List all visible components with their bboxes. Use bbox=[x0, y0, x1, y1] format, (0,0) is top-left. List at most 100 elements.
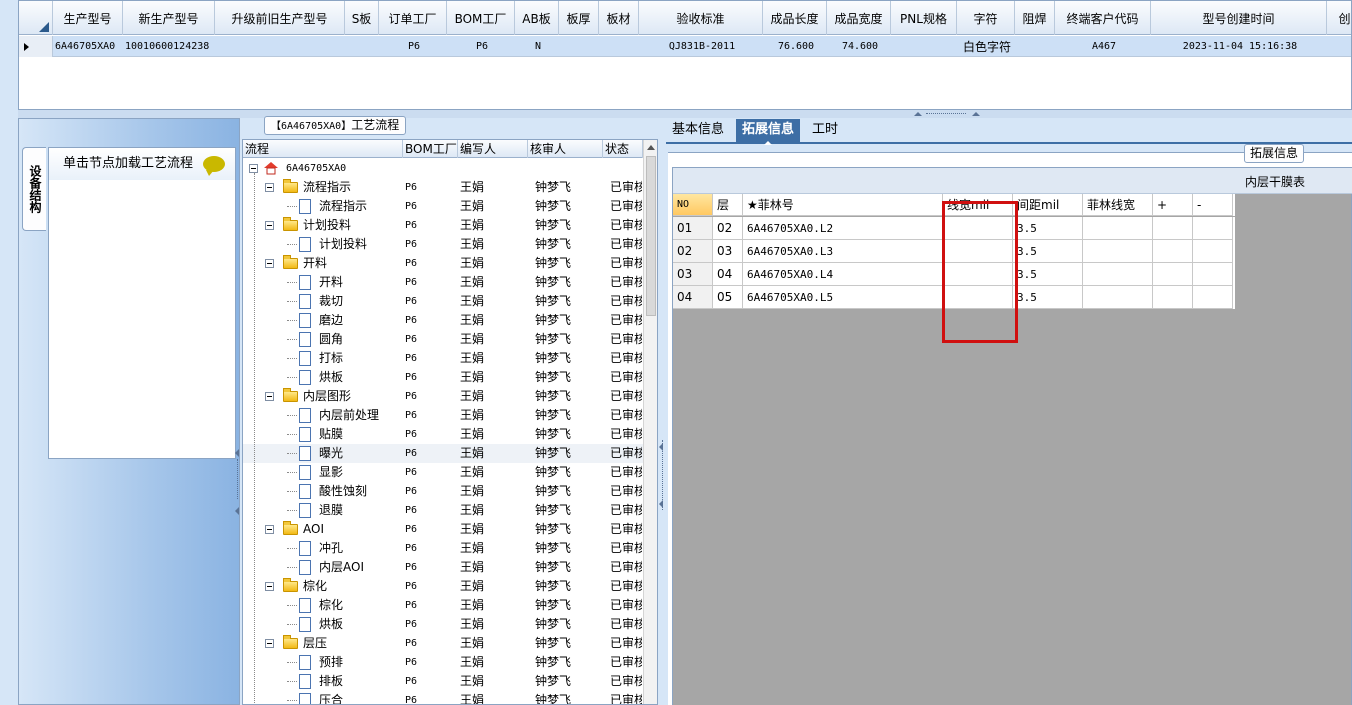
horizontal-splitter[interactable] bbox=[18, 110, 1352, 118]
collapse-icon[interactable] bbox=[265, 639, 274, 648]
table-cell[interactable] bbox=[1017, 36, 1055, 57]
table-cell[interactable]: 已审核 bbox=[610, 178, 642, 197]
table-cell[interactable]: 3.5 bbox=[1013, 286, 1083, 309]
table-cell[interactable]: 03 bbox=[673, 263, 713, 286]
column-header[interactable]: 成品长度 bbox=[763, 1, 827, 35]
table-cell[interactable]: 钟梦飞 bbox=[535, 444, 595, 463]
table-cell[interactable]: 钟梦飞 bbox=[535, 653, 595, 672]
collapse-icon[interactable] bbox=[265, 582, 274, 591]
table-cell[interactable]: P6 bbox=[405, 311, 465, 330]
table-cell[interactable]: 王娟 bbox=[460, 653, 520, 672]
table-cell[interactable]: 已审核 bbox=[610, 254, 642, 273]
table-cell[interactable]: 王娟 bbox=[460, 501, 520, 520]
table-cell[interactable]: P6 bbox=[405, 463, 465, 482]
table-cell[interactable]: 已审核 bbox=[610, 482, 642, 501]
table-cell[interactable]: 钟梦飞 bbox=[535, 691, 595, 704]
table-cell[interactable]: P6 bbox=[405, 444, 465, 463]
table-cell[interactable]: 已审核 bbox=[610, 672, 642, 691]
table-cell[interactable]: 王娟 bbox=[460, 558, 520, 577]
table-cell[interactable]: P6 bbox=[405, 387, 465, 406]
column-header[interactable]: 验收标准 bbox=[639, 1, 763, 35]
table-cell[interactable] bbox=[1083, 240, 1153, 263]
table-cell[interactable]: 钟梦飞 bbox=[535, 197, 595, 216]
table-cell[interactable] bbox=[1193, 217, 1233, 240]
table-row[interactable]: 6A46705XA0 10010600124238 P6 P6 N QJ831B-2011… bbox=[19, 36, 1351, 57]
table-cell[interactable]: 已审核 bbox=[610, 634, 642, 653]
table-cell[interactable] bbox=[347, 36, 379, 57]
column-header[interactable]: 创建人 bbox=[1327, 1, 1351, 35]
tree-node-step[interactable]: 预排 P6王娟钟梦飞已审核 bbox=[243, 653, 643, 672]
table-cell[interactable]: 6A46705XA0.L2 bbox=[743, 217, 943, 240]
column-header[interactable]: 字符 bbox=[957, 1, 1015, 35]
table-cell[interactable]: 01 bbox=[673, 217, 713, 240]
table-cell[interactable]: P6 bbox=[405, 539, 465, 558]
column-header[interactable]: 流程 bbox=[243, 140, 403, 158]
table-cell[interactable]: 钟梦飞 bbox=[535, 254, 595, 273]
table-cell[interactable]: 钟梦飞 bbox=[535, 520, 595, 539]
collapse-icon[interactable] bbox=[265, 183, 274, 192]
table-cell[interactable]: P6 bbox=[405, 558, 465, 577]
table-cell[interactable]: 王娟 bbox=[460, 292, 520, 311]
column-header[interactable]: 阻焊 bbox=[1015, 1, 1055, 35]
table-cell[interactable]: P6 bbox=[405, 292, 465, 311]
column-header[interactable]: AB板 bbox=[515, 1, 559, 35]
table-cell[interactable]: 已审核 bbox=[610, 330, 642, 349]
column-header[interactable]: 菲林线宽 bbox=[1083, 194, 1153, 216]
table-cell[interactable] bbox=[1083, 263, 1153, 286]
table-cell[interactable]: 6A46705XA0.L3 bbox=[743, 240, 943, 263]
table-cell[interactable]: 已审核 bbox=[610, 444, 642, 463]
collapse-left-icon[interactable] bbox=[235, 507, 239, 515]
tree-node-step[interactable]: 烘板 P6王娟钟梦飞已审核 bbox=[243, 368, 643, 387]
table-cell[interactable]: 02 bbox=[673, 240, 713, 263]
collapse-up-icon[interactable] bbox=[914, 112, 922, 116]
table-cell[interactable]: 已审核 bbox=[610, 615, 642, 634]
table-cell[interactable]: 钟梦飞 bbox=[535, 539, 595, 558]
tree-node-step[interactable]: 开料 P6王娟钟梦飞已审核 bbox=[243, 273, 643, 292]
table-cell[interactable]: 已审核 bbox=[610, 311, 642, 330]
table-cell[interactable]: P6 bbox=[405, 653, 465, 672]
table-cell[interactable]: 已审核 bbox=[610, 368, 642, 387]
table-cell[interactable]: P6 bbox=[405, 672, 465, 691]
table-cell[interactable]: 05 bbox=[713, 286, 743, 309]
column-header[interactable]: S板 bbox=[345, 1, 379, 35]
table-cell[interactable]: 74.600 bbox=[829, 36, 891, 57]
table-cell[interactable]: 王娟 bbox=[460, 311, 520, 330]
table-cell[interactable]: 王娟 bbox=[460, 615, 520, 634]
table-cell[interactable]: 王娟 bbox=[460, 482, 520, 501]
table-cell[interactable]: 6A46705XA0.L5 bbox=[743, 286, 943, 309]
table-cell[interactable]: 已审核 bbox=[610, 273, 642, 292]
table-cell[interactable]: 钟梦飞 bbox=[535, 235, 595, 254]
tree-node-step[interactable]: 棕化 P6王娟钟梦飞已审核 bbox=[243, 596, 643, 615]
table-cell[interactable] bbox=[1153, 217, 1193, 240]
table-cell[interactable]: 已审核 bbox=[610, 577, 642, 596]
tree-node-folder[interactable]: 棕化 P6王娟钟梦飞已审核 bbox=[243, 577, 643, 596]
table-cell[interactable]: P6 bbox=[405, 501, 465, 520]
table-cell[interactable] bbox=[217, 36, 345, 57]
table-cell[interactable]: 钟梦飞 bbox=[535, 311, 595, 330]
table-cell[interactable]: P6 bbox=[405, 330, 465, 349]
table-cell[interactable]: 已审核 bbox=[610, 235, 642, 254]
table-cell[interactable]: P6 bbox=[405, 178, 465, 197]
tab-basic-info[interactable]: 基本信息 bbox=[666, 119, 730, 143]
column-header[interactable]: ★菲林号 bbox=[743, 194, 943, 216]
table-cell[interactable]: 已审核 bbox=[610, 558, 642, 577]
table-cell[interactable]: 王娟 bbox=[460, 463, 520, 482]
table-cell[interactable]: 钟梦飞 bbox=[535, 273, 595, 292]
table-cell[interactable]: P6 bbox=[405, 425, 465, 444]
collapse-icon[interactable] bbox=[265, 392, 274, 401]
table-cell[interactable]: P6 bbox=[405, 368, 465, 387]
table-cell[interactable]: 03 bbox=[713, 240, 743, 263]
table-cell[interactable]: 王娟 bbox=[460, 273, 520, 292]
table-cell[interactable]: 6A46705XA0.L4 bbox=[743, 263, 943, 286]
table-cell[interactable]: 白色字符 bbox=[959, 36, 1015, 57]
tree-node-folder[interactable]: 层压 P6王娟钟梦飞已审核 bbox=[243, 634, 643, 653]
table-cell[interactable] bbox=[1083, 286, 1153, 309]
table-cell[interactable] bbox=[601, 36, 639, 57]
table-cell[interactable]: 王娟 bbox=[460, 539, 520, 558]
table-cell[interactable]: 钟梦飞 bbox=[535, 216, 595, 235]
tab-extended-info[interactable]: 拓展信息 bbox=[736, 119, 801, 145]
table-cell[interactable]: 钟梦飞 bbox=[535, 178, 595, 197]
table-cell[interactable]: 已审核 bbox=[610, 406, 642, 425]
table-cell[interactable] bbox=[1083, 217, 1153, 240]
table-cell[interactable]: P6 bbox=[405, 596, 465, 615]
